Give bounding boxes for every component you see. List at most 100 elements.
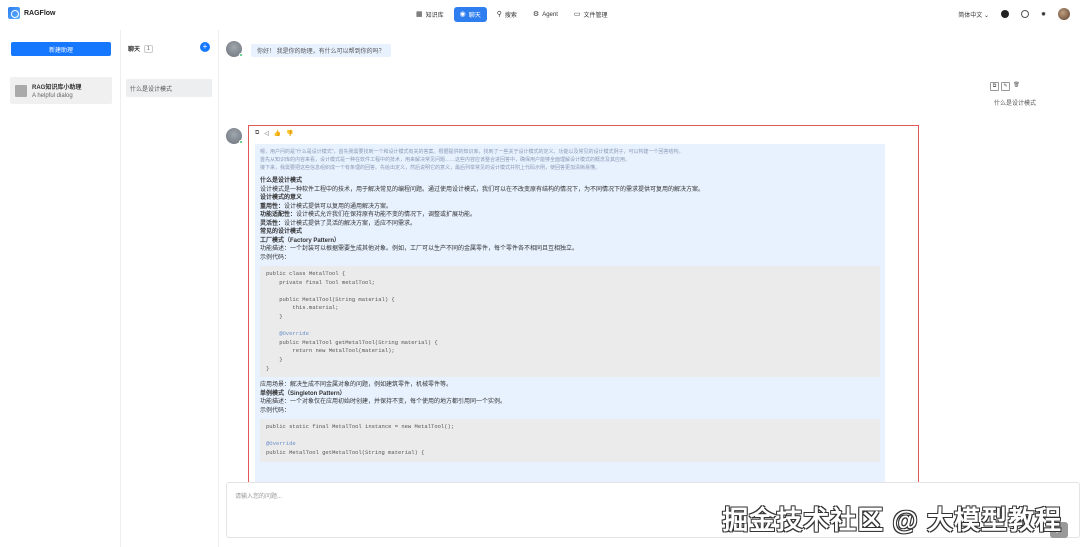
thinking-paragraph: 接下来，我需要把这些信息组织成一个有条理的回答。先给出定义，然后说明它的意义，最… [260, 165, 601, 171]
heading-what: 什么是设计模式 [260, 178, 303, 184]
heading-common: 常见的设计模式 [260, 229, 303, 235]
user-message-tools: ⧉ ✎ 🗑 [990, 82, 1021, 91]
bullet-text: 设计模式提供了灵活的解决方案，适应不同需求。 [284, 220, 417, 227]
bullet-adaptability: 功能适配性：设计模式允许我们在保持原有功能不变的情况下，调整或扩展功能。 [260, 211, 880, 220]
heading-meaning: 设计模式的意义 [260, 195, 303, 201]
code-line: private final Tool metalTool; [266, 278, 375, 286]
bullet-text: 设计模式提供可以复用的通用解决方案。 [284, 203, 393, 210]
code-line: } [266, 312, 283, 320]
language-label: 简体中文 [958, 12, 983, 19]
help-icon[interactable] [1020, 10, 1029, 18]
code-line: } [266, 355, 283, 363]
thumbs-down-icon[interactable]: 👎 [286, 130, 293, 137]
thinking-paragraph: 首先从知识库的内容来看，设计模式是一种在软件工程中的技术，用来解决常见问题……这… [260, 157, 631, 163]
code-block[interactable]: public static final MetalTool instance =… [260, 419, 880, 462]
code-line: return new MetalTool(material); [266, 347, 395, 355]
code-line: @Override [266, 330, 309, 338]
copy-icon[interactable]: ⧉ [990, 82, 999, 91]
edit-icon[interactable]: ✎ [1001, 82, 1010, 91]
thinking-section: 嗯，用户问的是"什么是设计模式"，首先我需要找到一个和设计模式有关的答案。根据提… [260, 148, 880, 172]
code-line: } [266, 364, 270, 372]
agent-icon: ⚙ [532, 11, 540, 18]
app-title: RAGFlow [24, 9, 56, 17]
paragraph-usage: 应用场景：解决生成不同金属对象的问题，例如建筑零件，机械零件等。 [260, 382, 453, 389]
heading-singleton: 单例模式（Singleton Pattern） [260, 390, 346, 397]
nav-search[interactable]: ⚲ 搜索 [491, 7, 523, 22]
answer-toolbar: ⧉ ◁ 👍 👎 [255, 130, 294, 137]
theme-toggle-icon[interactable]: ✹ [1041, 11, 1046, 18]
paragraph-what: 设计模式是一种软件工程中的技术，用于解决常见的编程问题。通过使用设计模式，我们可… [260, 186, 705, 193]
assistant-card[interactable]: RAG知识库小助理 A helpful dialog [10, 77, 112, 104]
new-assistant-button[interactable]: 新建助理 [11, 42, 111, 56]
answer-content: 嗯，用户问的是"什么是设计模式"，首先我需要找到一个和设计模式有关的答案。根据提… [255, 144, 885, 482]
code-block[interactable]: public class MetalTool { private final T… [260, 266, 880, 378]
top-bar: RAGFlow ▦ 知识库 ◉ 聊天 ⚲ 搜索 ⚙ Agent ▭ 文件管理 简… [0, 0, 1080, 30]
online-status-dot [239, 53, 243, 57]
knowledge-base-icon: ▦ [416, 11, 423, 18]
watermark: 掘金技术社区 @ 大模型教程 [722, 505, 1062, 535]
chevron-down-icon: ⌄ [983, 12, 989, 19]
main-nav: ▦ 知识库 ◉ 聊天 ⚲ 搜索 ⚙ Agent ▭ 文件管理 [410, 7, 614, 22]
code-line: public MetalTool getMetalTool(String mat… [266, 338, 438, 346]
divider [120, 30, 121, 547]
github-icon[interactable] [1000, 10, 1009, 18]
bullet-label: 重用性： [260, 203, 285, 210]
assistant-description: A helpful dialog [32, 93, 73, 99]
ragflow-logo-icon [8, 7, 20, 19]
folder-icon: ▭ [573, 11, 581, 18]
nav-chat-label: 聊天 [468, 13, 481, 19]
code-line: this.material; [266, 304, 339, 312]
conversations-header: 聊天 1 [128, 44, 153, 53]
user-avatar[interactable] [1058, 8, 1070, 20]
language-select[interactable]: 简体中文 ⌄ [958, 10, 989, 19]
app-logo[interactable]: RAGFlow [8, 7, 56, 19]
assistant-name: RAG知识库小助理 [32, 85, 82, 91]
top-right-actions: 简体中文 ⌄ ✹ [958, 8, 1070, 20]
bullet-reuse: 重用性：设计模式提供可以复用的通用解决方案。 [260, 203, 880, 212]
divider [218, 30, 219, 547]
nav-agent[interactable]: ⚙ Agent [527, 7, 564, 22]
search-icon: ⚲ [496, 11, 502, 18]
nav-file-management[interactable]: ▭ 文件管理 [568, 7, 614, 22]
greeting-message: 你好！ 我是你的助理，有什么可以帮到你的吗？ [251, 44, 391, 57]
heading-factory: 工厂模式（Factory Pattern） [260, 237, 341, 244]
code-line: @Override [266, 440, 296, 448]
assistant-avatar [226, 128, 243, 144]
thinking-paragraph: 嗯，用户问的是"什么是设计模式"，首先我需要找到一个和设计模式有关的答案。根据提… [260, 149, 684, 155]
nav-search-label: 搜索 [504, 13, 517, 19]
assistant-answer: ⧉ ◁ 👍 👎 嗯，用户问的是"什么是设计模式"，首先我需要找到一个和设计模式有… [248, 125, 919, 483]
copy-icon[interactable]: ⧉ [255, 130, 259, 137]
add-conversation-button[interactable]: + [200, 42, 210, 52]
code-line: public class MetalTool { [266, 270, 346, 277]
bullet-text: 设计模式允许我们在保持原有功能不变的情况下，调整或扩展功能。 [296, 212, 477, 218]
assistant-thumbnail [15, 84, 27, 97]
bullet-label: 灵活性： [260, 220, 285, 227]
code-line: public static final MetalTool instance =… [266, 423, 455, 431]
thumbs-up-icon[interactable]: 👍 [274, 130, 281, 137]
code-line: public MetalTool getMetalTool(String mat… [266, 448, 425, 456]
delete-icon[interactable]: 🗑 [1012, 82, 1021, 91]
chat-icon: ◉ [459, 11, 466, 18]
nav-agent-label: Agent [542, 11, 558, 18]
paragraph-singleton: 功能描述：一个对象仅在应用初始时创建，并保持不变，每个使用的地方都引用同一个实例… [260, 399, 507, 406]
paragraph-factory: 功能描述：一个封装可以根据需要生成其他对象。例如，工厂可以生产不同的金属零件，每… [260, 246, 579, 252]
code-label: 示例代码： [260, 407, 291, 414]
nav-knowledge-base-label: 知识库 [425, 13, 444, 19]
conversation-count-badge: 1 [144, 44, 153, 53]
code-label: 示例代码： [260, 254, 291, 261]
message-input-placeholder: 请输入您的问题... [235, 494, 283, 500]
nav-knowledge-base[interactable]: ▦ 知识库 [410, 7, 450, 22]
user-message: 什么是设计模式 [994, 101, 1037, 107]
conversation-item[interactable]: 什么是设计模式 [126, 79, 212, 97]
bullet-flexibility: 灵活性：设计模式提供了灵活的解决方案，适应不同需求。 [260, 220, 880, 229]
online-status-dot [239, 140, 243, 144]
speaker-icon[interactable]: ◁ [264, 130, 269, 137]
nav-file-management-label: 文件管理 [583, 13, 608, 19]
code-line: public MetalTool(String material) { [266, 295, 395, 303]
nav-chat[interactable]: ◉ 聊天 [453, 7, 487, 22]
conversations-title: 聊天 [128, 47, 141, 53]
answer-text: 什么是设计模式 设计模式是一种软件工程中的技术，用于解决常见的编程问题。通过使用… [260, 177, 880, 462]
